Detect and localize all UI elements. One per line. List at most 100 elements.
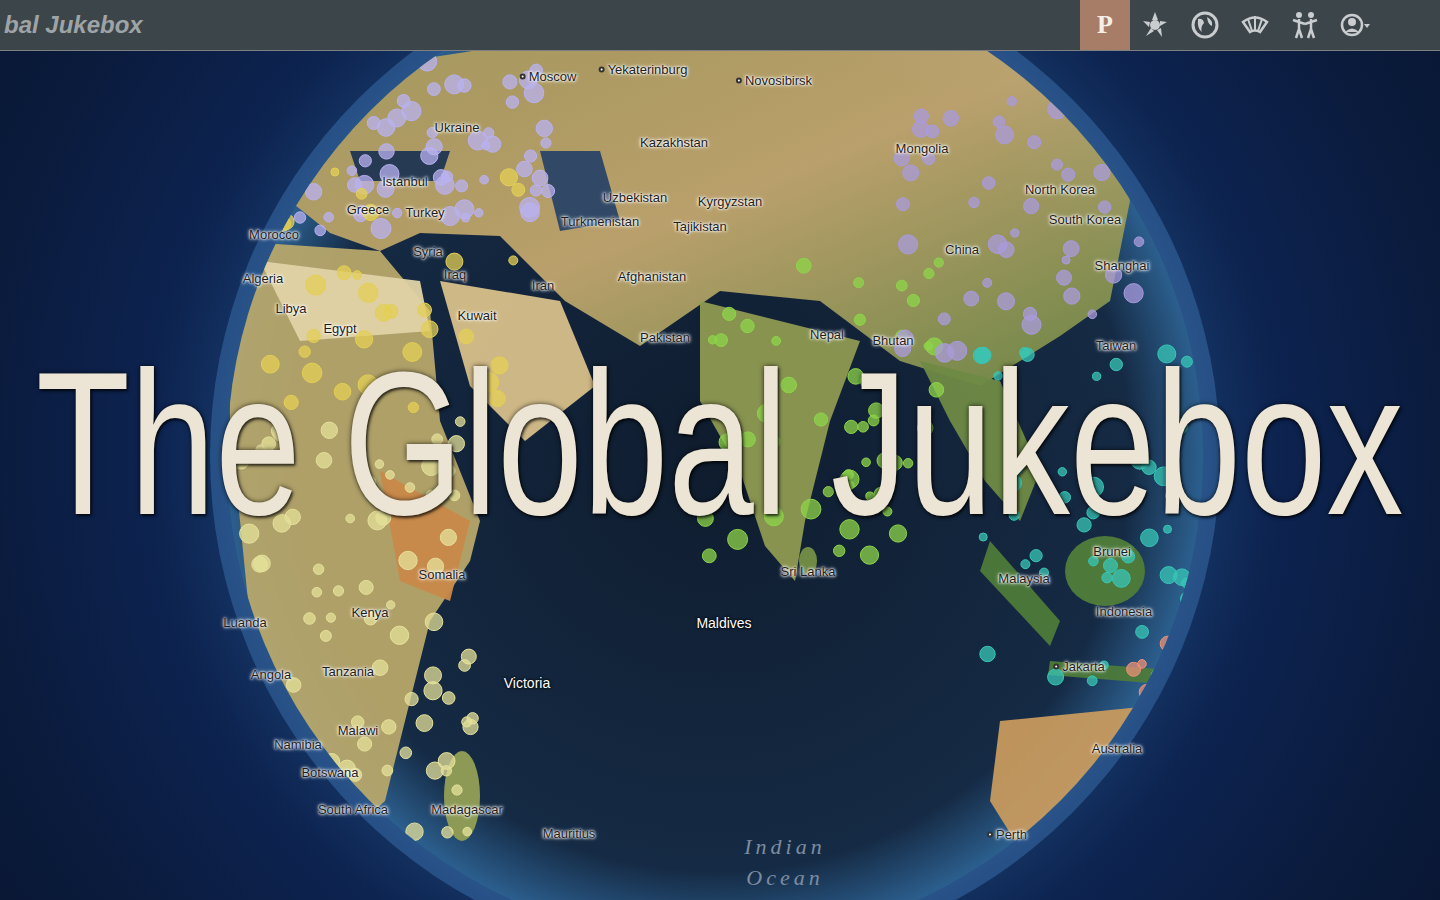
song-dot[interactable] [1062, 168, 1075, 181]
song-dot[interactable] [525, 150, 537, 162]
song-dot[interactable] [313, 564, 323, 574]
song-dot[interactable] [252, 557, 268, 573]
song-dot[interactable] [1063, 241, 1079, 257]
song-dot[interactable] [719, 434, 736, 451]
song-dot[interactable] [1184, 680, 1193, 689]
map-label[interactable]: Syria [413, 244, 443, 259]
song-dot[interactable] [530, 185, 541, 196]
song-dot[interactable] [1062, 256, 1070, 264]
song-dot[interactable] [1181, 626, 1196, 641]
song-dot[interactable] [846, 481, 854, 489]
song-dot[interactable] [1112, 107, 1129, 124]
song-dot[interactable] [418, 52, 437, 71]
globe-view[interactable]: YekaterinburgMoscowNovosibirskUkraineKaz… [0, 51, 1440, 900]
song-dot[interactable] [1172, 419, 1187, 434]
song-dot[interactable] [1108, 142, 1122, 156]
song-dot[interactable] [294, 212, 305, 223]
song-dot[interactable] [903, 165, 919, 181]
song-dot[interactable] [416, 715, 433, 732]
song-dot[interactable] [1093, 372, 1101, 380]
song-dot[interactable] [371, 219, 391, 239]
map-label[interactable]: Namibia [274, 737, 322, 752]
song-dot[interactable] [524, 83, 544, 103]
map-label[interactable]: South Korea [1049, 212, 1121, 227]
song-dot[interactable] [1181, 592, 1196, 607]
song-dot[interactable] [1007, 97, 1016, 106]
song-dot[interactable] [233, 453, 249, 469]
song-dot[interactable] [869, 403, 884, 418]
song-dot[interactable] [422, 457, 441, 476]
song-dot[interactable] [918, 420, 933, 435]
song-dot[interactable] [445, 75, 464, 94]
song-dot[interactable] [1084, 477, 1104, 497]
song-dot[interactable] [333, 586, 343, 596]
song-dot[interactable] [285, 509, 300, 524]
song-dot[interactable] [913, 121, 930, 138]
map-label[interactable]: Libya [275, 301, 306, 316]
song-dot[interactable] [452, 785, 462, 795]
song-dot[interactable] [346, 514, 355, 523]
song-dot[interactable] [307, 329, 320, 342]
song-dot[interactable] [275, 216, 290, 231]
song-dot[interactable] [375, 828, 392, 845]
song-dot[interactable] [1057, 270, 1072, 285]
song-dot[interactable] [1112, 570, 1130, 588]
song-dot[interactable] [723, 307, 736, 320]
song-dot[interactable] [899, 235, 918, 254]
song-dot[interactable] [1134, 237, 1144, 247]
song-dot[interactable] [324, 754, 340, 770]
song-dot[interactable] [840, 470, 859, 489]
song-dot[interactable] [1182, 578, 1192, 588]
map-label[interactable]: Algeria [243, 271, 283, 286]
song-dot[interactable] [359, 283, 378, 302]
song-dot[interactable] [840, 520, 859, 539]
song-dot[interactable] [393, 208, 402, 217]
song-dot[interactable] [1139, 684, 1154, 699]
song-dot[interactable] [250, 238, 265, 253]
fan-icon[interactable] [1240, 10, 1270, 40]
song-dot[interactable] [480, 175, 489, 184]
song-dot[interactable] [1077, 518, 1091, 532]
map-label[interactable]: Greece [347, 202, 390, 217]
song-dot[interactable] [1181, 356, 1192, 367]
song-dot[interactable] [1021, 560, 1030, 569]
song-dot[interactable] [1010, 463, 1022, 475]
song-dot[interactable] [975, 347, 991, 363]
map-label[interactable]: Madagascar [431, 802, 503, 817]
map-label[interactable]: China [945, 242, 979, 257]
map-label[interactable]: Tajikistan [673, 219, 726, 234]
song-dot[interactable] [907, 294, 919, 306]
song-dot[interactable] [896, 280, 907, 291]
song-dot[interactable] [261, 355, 279, 373]
song-dot[interactable] [1106, 267, 1122, 283]
user-icon[interactable] [1340, 10, 1370, 40]
song-dot[interactable] [741, 319, 754, 332]
song-dot[interactable] [271, 424, 286, 439]
song-dot[interactable] [998, 293, 1015, 310]
song-dot[interactable] [834, 545, 845, 556]
song-dot[interactable] [428, 83, 441, 96]
map-label[interactable]: Yekaterinburg [599, 62, 688, 77]
map-label[interactable]: Turkmenistan [561, 214, 639, 229]
song-dot[interactable] [536, 120, 552, 136]
song-dot[interactable] [418, 303, 432, 317]
song-dot[interactable] [866, 492, 874, 500]
song-dot[interactable] [334, 383, 351, 400]
song-dot[interactable] [728, 481, 740, 493]
song-dot[interactable] [286, 678, 301, 693]
song-dot[interactable] [1059, 492, 1070, 503]
song-dot[interactable] [982, 177, 995, 190]
song-dot[interactable] [316, 453, 332, 469]
song-dot[interactable] [235, 745, 247, 757]
song-dot[interactable] [935, 344, 954, 363]
song-dot[interactable] [283, 781, 301, 799]
song-dot[interactable] [376, 510, 391, 525]
map-label[interactable]: North Korea [1025, 182, 1095, 197]
song-dot[interactable] [339, 760, 356, 777]
song-dot[interactable] [1087, 676, 1097, 686]
map-label[interactable]: Luanda [223, 615, 266, 630]
song-dot[interactable] [290, 185, 301, 196]
song-dot[interactable] [459, 329, 474, 344]
song-dot[interactable] [489, 390, 505, 406]
song-dot[interactable] [483, 128, 493, 138]
